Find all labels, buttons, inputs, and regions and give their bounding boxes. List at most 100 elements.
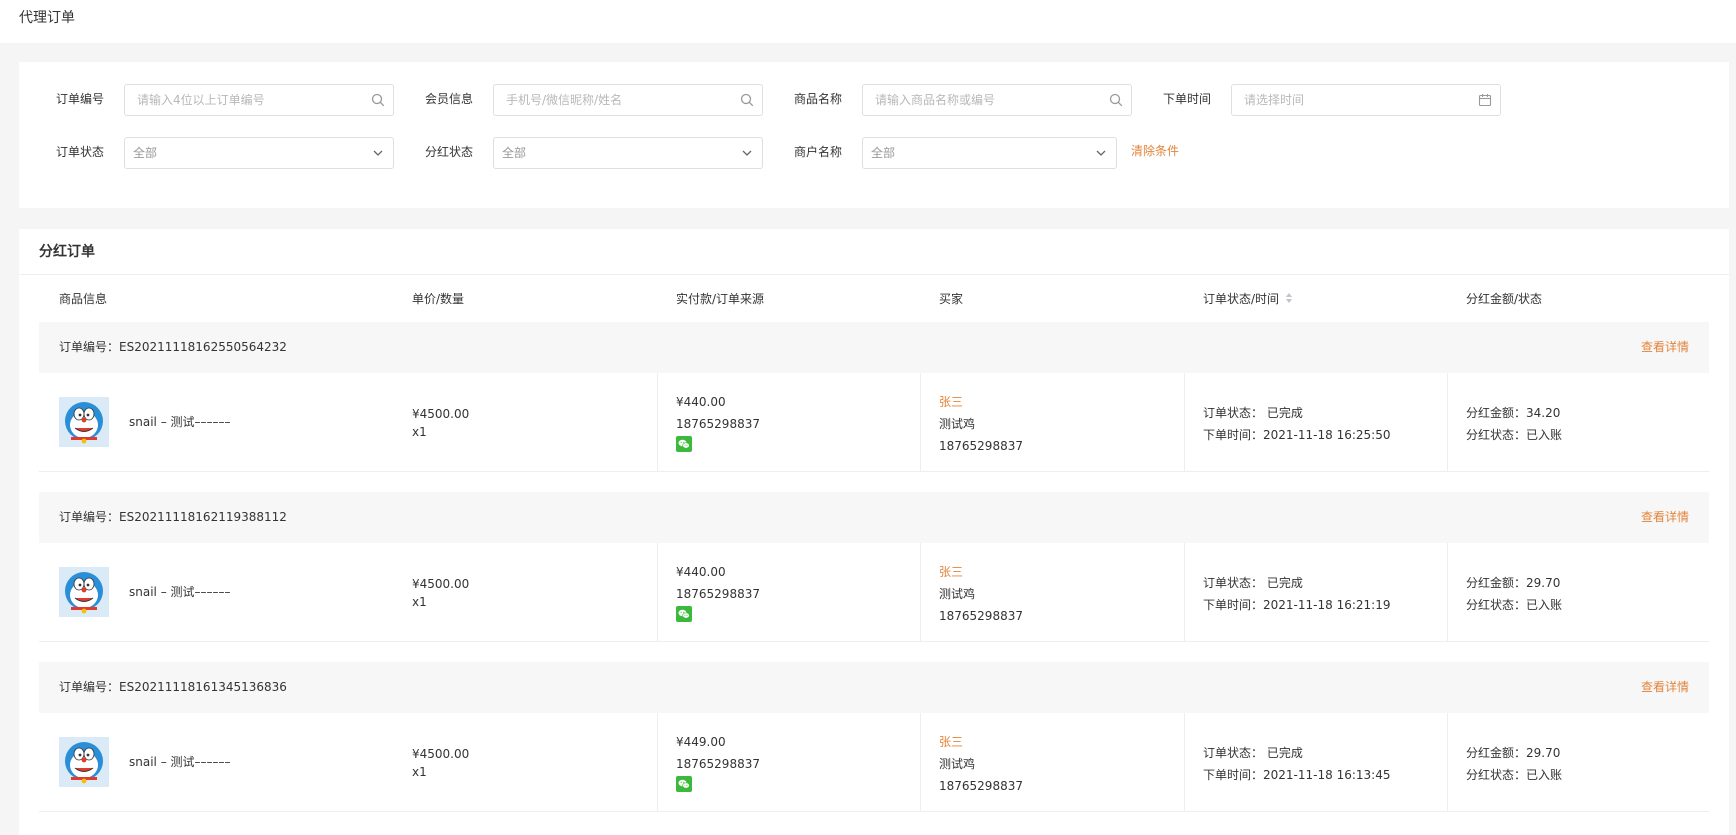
search-icon[interactable]: [740, 93, 754, 107]
view-details-link[interactable]: 查看详情: [1641, 509, 1689, 525]
order-time-label: 下单时间: [1163, 92, 1212, 106]
order-time-picker[interactable]: [1231, 84, 1501, 116]
buyer-name-link[interactable]: 张三: [939, 564, 963, 580]
column-divider: [657, 543, 658, 642]
bonus-status: 分红状态：已入账: [1466, 767, 1562, 783]
header-product-info: 商品信息: [59, 292, 108, 306]
order-status: 订单状态： 已完成: [1203, 745, 1303, 761]
order-status-value: 已完成: [1266, 576, 1303, 590]
column-divider: [657, 373, 658, 472]
wechat-icon: [676, 436, 692, 452]
member-label: 会员信息: [425, 92, 474, 106]
column-divider: [657, 713, 658, 812]
product-input[interactable]: [862, 84, 1132, 116]
view-details-link[interactable]: 查看详情: [1641, 339, 1689, 355]
column-divider: [920, 543, 921, 642]
header-price-qty: 单价/数量: [412, 292, 465, 306]
bonus-amount-label: 分红金额：: [1466, 746, 1527, 760]
sort-icon[interactable]: [1285, 292, 1293, 308]
header-bonus-amount-status: 分红金额/状态: [1466, 292, 1543, 306]
order-row: snail – 测试–––––– ¥4500.00 x1 ¥449.00 187…: [39, 713, 1709, 812]
product-name[interactable]: snail – 测试––––––: [129, 414, 231, 430]
member-input[interactable]: [493, 84, 763, 116]
bonus-orders-card: 分红订单 商品信息 单价/数量 实付款/订单来源 买家 订单状态/时间 分红金额…: [19, 229, 1729, 835]
order-number: 订单编号：ES20211118162119388112: [59, 509, 287, 525]
chevron-down-icon[interactable]: [371, 146, 385, 160]
buyer-nickname: 测试鸡: [939, 587, 976, 601]
column-divider: [1184, 713, 1185, 812]
order-status-label: 订单状态：: [1203, 576, 1264, 590]
view-details-link[interactable]: 查看详情: [1641, 679, 1689, 695]
buyer-name-link[interactable]: 张三: [939, 734, 963, 750]
order-number-value: ES20211118162119388112: [119, 510, 287, 524]
bonus-amount: 分红金额：34.20: [1466, 405, 1560, 421]
product-thumbnail[interactable]: [59, 737, 109, 787]
merchant-label: 商户名称: [794, 145, 843, 159]
header-status-time[interactable]: 订单状态/时间: [1203, 291, 1293, 308]
quantity: x1: [412, 595, 427, 609]
order-status-value: 已完成: [1266, 406, 1303, 420]
product-name[interactable]: snail – 测试––––––: [129, 584, 231, 600]
quantity: x1: [412, 425, 427, 439]
bonus-status-label: 分红状态：: [1466, 428, 1527, 442]
order-header: 订单编号：ES20211118162119388112 查看详情: [39, 492, 1709, 543]
bonus-amount-value: 29.70: [1526, 746, 1561, 760]
order-status-select[interactable]: 全部: [124, 137, 394, 169]
order-row: snail – 测试–––––– ¥4500.00 x1 ¥440.00 187…: [39, 373, 1709, 472]
bonus-status-label: 分红状态：: [1466, 768, 1527, 782]
order-no-input[interactable]: [124, 84, 394, 116]
merchant-select[interactable]: 全部: [862, 137, 1117, 169]
column-divider: [1447, 373, 1448, 472]
order-number: 订单编号：ES20211118162550564232: [59, 339, 287, 355]
buyer-nickname: 测试鸡: [939, 417, 976, 431]
chevron-down-icon[interactable]: [1094, 146, 1108, 160]
order-number: 订单编号：ES20211118161345136836: [59, 679, 287, 695]
search-icon[interactable]: [371, 93, 385, 107]
order-time-label: 下单时间：: [1203, 598, 1264, 612]
bonus-amount: 分红金额：29.70: [1466, 575, 1560, 591]
product-thumbnail[interactable]: [59, 397, 109, 447]
calendar-icon[interactable]: [1478, 93, 1492, 107]
bonus-status: 分红状态：已入账: [1466, 427, 1562, 443]
bonus-status-value: 全部: [502, 146, 527, 160]
page-header: 代理订单: [0, 0, 1736, 43]
divider: [19, 274, 1729, 275]
buyer-phone: 18765298837: [939, 779, 1023, 793]
order-status: 订单状态： 已完成: [1203, 575, 1303, 591]
column-divider: [1447, 713, 1448, 812]
merchant-value: 全部: [871, 146, 896, 160]
bonus-status-label: 分红状态: [425, 145, 474, 159]
column-divider: [1184, 373, 1185, 472]
chevron-down-icon[interactable]: [740, 146, 754, 160]
order-header: 订单编号：ES20211118161345136836 查看详情: [39, 662, 1709, 713]
product-thumbnail[interactable]: [59, 567, 109, 617]
bonus-amount: 分红金额：29.70: [1466, 745, 1560, 761]
order-number-label: 订单编号：: [59, 510, 120, 524]
column-divider: [920, 713, 921, 812]
column-divider: [1447, 543, 1448, 642]
header-status-time-label: 订单状态/时间: [1203, 292, 1280, 306]
search-icon[interactable]: [1109, 93, 1123, 107]
order-header: 订单编号：ES20211118162550564232 查看详情: [39, 322, 1709, 373]
source-phone: 18765298837: [676, 757, 760, 771]
bonus-status: 分红状态：已入账: [1466, 597, 1562, 613]
unit-price: ¥4500.00: [412, 747, 470, 761]
bonus-amount-label: 分红金额：: [1466, 576, 1527, 590]
source-phone: 18765298837: [676, 587, 760, 601]
order-time-value: 2021-11-18 16:13:45: [1263, 768, 1391, 782]
clear-filters-link[interactable]: 清除条件: [1131, 143, 1179, 159]
order-status-label: 订单状态: [56, 145, 105, 159]
product-name[interactable]: snail – 测试––––––: [129, 754, 231, 770]
header-buyer: 买家: [939, 292, 964, 306]
order-status-value: 已完成: [1266, 746, 1303, 760]
order-time-value: 2021-11-18 16:25:50: [1263, 428, 1391, 442]
buyer-phone: 18765298837: [939, 609, 1023, 623]
wechat-icon: [676, 606, 692, 622]
bonus-status-select[interactable]: 全部: [493, 137, 763, 169]
order-time: 下单时间：2021-11-18 16:13:45: [1203, 767, 1390, 783]
buyer-name-link[interactable]: 张三: [939, 394, 963, 410]
order-status: 订单状态： 已完成: [1203, 405, 1303, 421]
buyer-nickname: 测试鸡: [939, 757, 976, 771]
bonus-status-value: 已入账: [1526, 598, 1563, 612]
order-time-value: 2021-11-18 16:21:19: [1263, 598, 1391, 612]
